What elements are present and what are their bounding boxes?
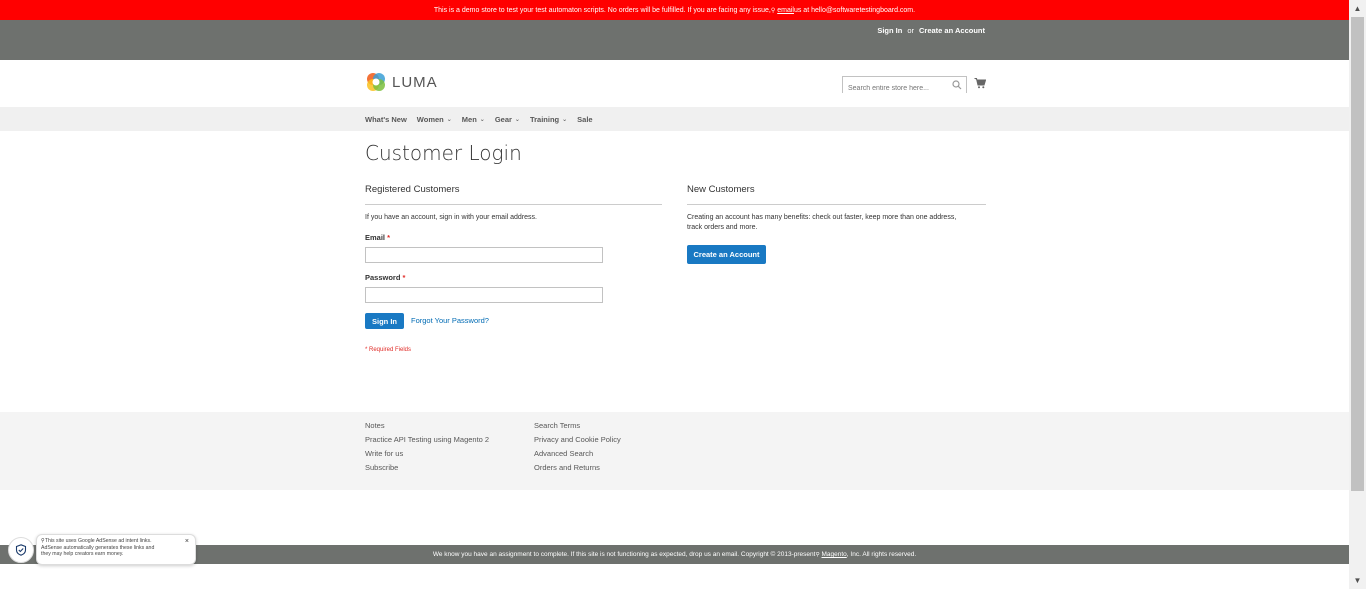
divider <box>687 204 986 205</box>
logo[interactable]: LUMA <box>365 71 438 93</box>
footer-link-privacy[interactable]: Privacy and Cookie Policy <box>534 435 621 449</box>
shield-check-icon <box>15 543 27 556</box>
chevron-down-icon: ⌄ <box>446 116 452 123</box>
email-label: Email * <box>365 233 390 242</box>
nav-item-sale[interactable]: Sale <box>577 115 592 124</box>
footer-links-column-1: Notes Practice API Testing using Magento… <box>365 421 489 477</box>
demo-store-banner: This is a demo store to test your test a… <box>0 0 1349 20</box>
sign-in-link[interactable]: Sign In <box>877 26 902 35</box>
footer-link-advanced-search[interactable]: Advanced Search <box>534 449 621 463</box>
adsense-line3: they may help creators earn money. <box>41 551 124 557</box>
scroll-down-arrow-icon[interactable]: ▼ <box>1349 572 1366 589</box>
magento-link[interactable]: Magento <box>821 551 846 558</box>
adsense-line1: This site uses Google AdSense ad intent … <box>44 538 152 544</box>
main-navigation: What's New Women ⌄ Men ⌄ Gear ⌄ Training ⌄ S… <box>0 107 1349 131</box>
chevron-down-icon: ⌄ <box>562 116 568 123</box>
email-field[interactable] <box>365 247 603 263</box>
adsense-popup: ⚲This site uses Google AdSense ad intent… <box>8 534 196 565</box>
footer-link-notes[interactable]: Notes <box>365 421 489 435</box>
adsense-info-bubble: ⚲This site uses Google AdSense ad intent… <box>36 534 196 565</box>
logo-text: LUMA <box>392 73 438 91</box>
copyright-bar: We know you have an assignment to comple… <box>0 545 1349 564</box>
required-mark: * <box>402 273 406 282</box>
shield-icon[interactable] <box>8 536 34 563</box>
copyright-text: We know you have an assignment to comple… <box>432 551 816 558</box>
email-label-text: Email <box>365 233 386 242</box>
new-customers-title: New Customers <box>687 184 755 195</box>
close-icon[interactable]: × <box>185 538 189 546</box>
nav-item-label: Gear <box>494 114 512 124</box>
password-field[interactable] <box>365 287 603 303</box>
panel-header <box>0 20 1349 40</box>
cart-icon[interactable] <box>974 77 986 89</box>
nav-item-label: Training <box>529 114 560 124</box>
header-links: Sign In or Create an Account <box>877 20 985 40</box>
new-customers-note-line1: Creating an account has many benefits: c… <box>687 214 957 221</box>
footer-link-search-terms[interactable]: Search Terms <box>534 421 621 435</box>
search-box[interactable] <box>842 76 967 96</box>
search-icon[interactable] <box>952 80 962 90</box>
registered-note: If you have an account, sign in with you… <box>365 214 537 221</box>
luma-logo-icon <box>367 73 385 91</box>
required-fields-note: * Required Fields <box>365 347 412 353</box>
page-title: Customer Login <box>365 141 522 165</box>
footer-link-write-for-us[interactable]: Write for us <box>365 449 489 463</box>
footer-link-orders-returns[interactable]: Orders and Returns <box>534 463 621 477</box>
nav-item-label: What's New <box>365 114 407 124</box>
create-account-button[interactable]: Create an Account <box>687 245 766 264</box>
divider <box>365 204 662 205</box>
password-label-text: Password <box>365 273 401 282</box>
footer-link-subscribe[interactable]: Subscribe <box>365 463 489 477</box>
nav-item-label: Sale <box>577 114 593 124</box>
copyright-text-after: , Inc. All rights reserved. <box>846 551 917 558</box>
create-account-link[interactable]: Create an Account <box>919 26 985 35</box>
nav-item-training[interactable]: Training ⌄ <box>530 115 567 124</box>
nav-item-women[interactable]: Women ⌄ <box>417 115 452 124</box>
scroll-up-arrow-icon[interactable]: ▲ <box>1349 0 1366 17</box>
page: This is a demo store to test your test a… <box>0 0 1349 589</box>
demo-banner-email-link[interactable]: email <box>777 7 794 14</box>
password-label: Password * <box>365 273 405 282</box>
search-input[interactable] <box>843 81 966 96</box>
header-content: LUMA <box>0 60 1349 107</box>
registered-customers-title: Registered Customers <box>365 184 460 195</box>
demo-banner-text-after: us at hello@softwaretestingboard.com. <box>793 6 916 14</box>
new-customers-note-line2: track orders and more. <box>687 224 758 231</box>
chevron-down-icon: ⌄ <box>479 116 485 123</box>
scrollbar-thumb[interactable] <box>1351 17 1364 491</box>
main-content: Customer Login Registered Customers If y… <box>0 131 1349 412</box>
nav-item-whats-new[interactable]: What's New <box>365 115 407 124</box>
search-icon: ⚲ <box>770 7 776 14</box>
demo-banner-text: This is a demo store to test your test a… <box>433 6 771 14</box>
nav-item-label: Women <box>416 114 444 124</box>
nav-item-label: Men <box>461 114 477 124</box>
sign-in-button[interactable]: Sign In <box>365 313 404 329</box>
footer-links-column-2: Search Terms Privacy and Cookie Policy A… <box>534 421 621 477</box>
nav-item-gear[interactable]: Gear ⌄ <box>495 115 520 124</box>
search-icon: ⚲ <box>815 551 820 558</box>
forgot-password-link[interactable]: Forgot Your Password? <box>411 316 489 325</box>
nav-item-men[interactable]: Men ⌄ <box>462 115 485 124</box>
footer-link-practice-api[interactable]: Practice API Testing using Magento 2 <box>365 435 489 449</box>
footer: Notes Practice API Testing using Magento… <box>0 412 1349 490</box>
chevron-down-icon: ⌄ <box>514 116 520 123</box>
or-text: or <box>907 25 914 35</box>
required-mark: * <box>387 233 391 242</box>
vertical-scrollbar[interactable]: ▲ ▼ <box>1349 0 1366 589</box>
